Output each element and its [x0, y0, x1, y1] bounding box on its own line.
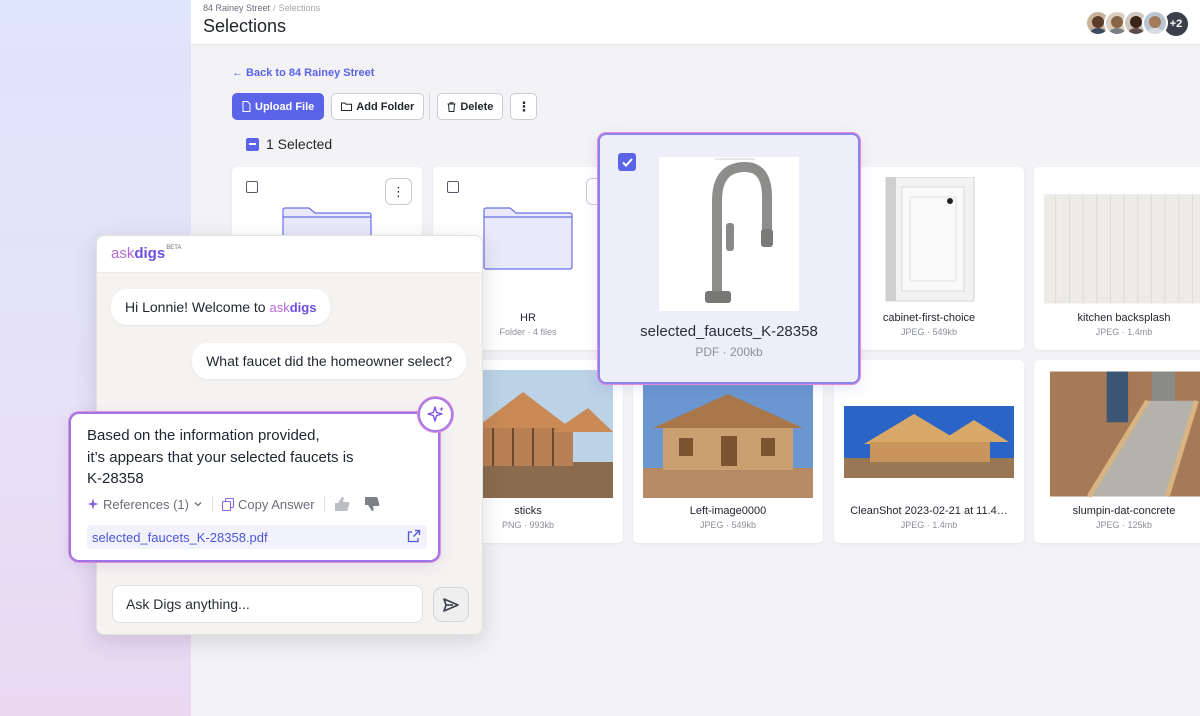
cabinet-thumbnail — [844, 177, 1014, 305]
sparkle-icon — [426, 405, 444, 422]
delete-label: Delete — [460, 100, 494, 113]
answer-text: Based on the information provided, it’s … — [87, 425, 417, 490]
logo-ask: ask — [111, 245, 135, 262]
ai-sparkle-badge — [418, 397, 453, 432]
assistant-welcome-message: Hi Lonnie! Welcome to ask digs — [111, 289, 331, 325]
house-frame-thumbnail — [844, 370, 1014, 498]
answer-actions: References (1) Copy Answer — [87, 496, 380, 512]
folder-icon — [341, 102, 353, 111]
faucet-image — [659, 157, 799, 311]
action-divider — [323, 496, 325, 512]
concrete-pour-thumbnail — [1050, 371, 1200, 498]
trash-icon — [447, 101, 456, 112]
file-card[interactable]: kitchen backsplash JPEG · 1.4mb — [1034, 167, 1200, 350]
chat-header: askdigsBETA — [97, 236, 482, 273]
file-icon — [242, 101, 251, 112]
file-card[interactable]: Left-image0000 JPEG · 549kb — [633, 360, 823, 543]
select-all-checkbox[interactable] — [246, 137, 259, 151]
breadcrumb-separator: / — [273, 3, 276, 13]
backsplash-thumbnail — [1044, 178, 1200, 304]
faucet-thumbnail — [659, 157, 799, 311]
item-menu-button[interactable]: ⋮ — [385, 178, 412, 205]
selected-file-name: selected_faucets_K-28358 — [640, 323, 818, 340]
file-toolbar: Upload File Add Folder Delete ⋮ — [232, 93, 544, 120]
action-divider — [211, 496, 213, 512]
avatar[interactable] — [1142, 10, 1168, 36]
references-dropdown[interactable]: References (1) — [87, 497, 203, 512]
breadcrumb: 84 Rainey Street / Selections — [203, 3, 320, 13]
item-name: Left-image0000 — [689, 505, 767, 517]
selected-file-card[interactable]: selected_faucets_K-28358 PDF · 200kb — [598, 133, 860, 384]
collaborator-avatars[interactable]: +2 — [1085, 10, 1190, 38]
answer-line: it’s appears that your selected faucets … — [87, 448, 354, 466]
upload-file-button[interactable]: Upload File — [232, 93, 325, 120]
item-name: slumpin-dat-concrete — [1072, 505, 1176, 517]
selected-file-meta: PDF · 200kb — [695, 345, 763, 359]
user-message: What faucet did the homeowner select? — [192, 343, 466, 379]
send-button[interactable] — [433, 587, 469, 622]
welcome-text: Hi Lonnie! Welcome to — [125, 299, 270, 315]
copy-answer-button[interactable]: Copy Answer — [221, 496, 315, 512]
chat-input[interactable]: Ask Digs anything... — [112, 585, 423, 623]
item-name: cabinet-first-choice — [882, 312, 976, 324]
upload-file-label: Upload File — [255, 100, 315, 113]
item-meta: JPEG · 549kb — [699, 520, 757, 530]
sparkle-icon — [87, 498, 99, 510]
add-folder-button[interactable]: Add Folder — [331, 93, 425, 120]
beta-badge: BETA — [166, 245, 182, 251]
references-label: References (1) — [103, 496, 189, 512]
folder-icon — [483, 207, 573, 270]
file-card[interactable]: slumpin-dat-concrete JPEG · 125kb — [1034, 360, 1200, 543]
file-card[interactable]: cabinet-first-choice JPEG · 549kb — [834, 167, 1024, 350]
copy-icon — [221, 497, 234, 511]
logo-digs: digs — [134, 245, 166, 262]
welcome-brand-ask: ask — [269, 299, 290, 315]
external-link-icon — [407, 529, 421, 543]
answer-line: Based on the information provided, — [87, 427, 320, 444]
welcome-brand-digs: digs — [289, 299, 317, 315]
thumbs-down-icon[interactable] — [364, 496, 380, 512]
item-checkbox[interactable] — [447, 181, 459, 193]
item-checkbox[interactable] — [246, 181, 258, 193]
item-meta: JPEG · 125kb — [1095, 520, 1153, 530]
house-construction-thumbnail — [643, 370, 813, 498]
item-name: CleanShot 2023-02-21 at 11.4… — [850, 505, 1008, 517]
answer-line: K-28358 — [87, 470, 144, 487]
thumbs-up-icon[interactable] — [334, 496, 350, 512]
askdigs-logo: askdigsBETA — [111, 245, 181, 262]
more-actions-button[interactable]: ⋮ — [510, 93, 538, 120]
selection-count: 1 Selected — [266, 136, 333, 152]
item-meta: JPEG · 549kb — [900, 327, 958, 337]
file-card[interactable]: CleanShot 2023-02-21 at 11.4… JPEG · 1.4… — [834, 360, 1024, 543]
check-icon — [621, 157, 633, 167]
delete-button[interactable]: Delete — [437, 93, 504, 120]
breadcrumb-parent[interactable]: 84 Rainey Street — [203, 3, 270, 13]
selected-checkbox[interactable] — [618, 153, 636, 171]
selection-status: 1 Selected — [246, 136, 332, 152]
top-bar: 84 Rainey Street / Selections Selections +… — [191, 0, 1200, 45]
assistant-answer-card: Based on the information provided, it’s … — [69, 412, 440, 562]
add-folder-label: Add Folder — [356, 100, 415, 113]
item-name: kitchen backsplash — [1077, 312, 1171, 324]
reference-file-name: selected_faucets_K-28358.pdf — [92, 529, 268, 545]
page-title: Selections — [203, 16, 287, 36]
reference-file-link[interactable]: selected_faucets_K-28358.pdf — [87, 525, 427, 549]
toolbar-divider — [429, 93, 431, 120]
chevron-down-icon — [194, 502, 202, 507]
item-meta: JPEG · 1.4mb — [900, 520, 958, 530]
breadcrumb-current: Selections — [278, 3, 321, 13]
copy-answer-label: Copy Answer — [237, 496, 315, 512]
send-icon — [443, 597, 459, 612]
back-link[interactable]: ← Back to 84 Rainey Street — [232, 67, 374, 79]
item-meta: JPEG · 1.4mb — [1095, 327, 1153, 337]
